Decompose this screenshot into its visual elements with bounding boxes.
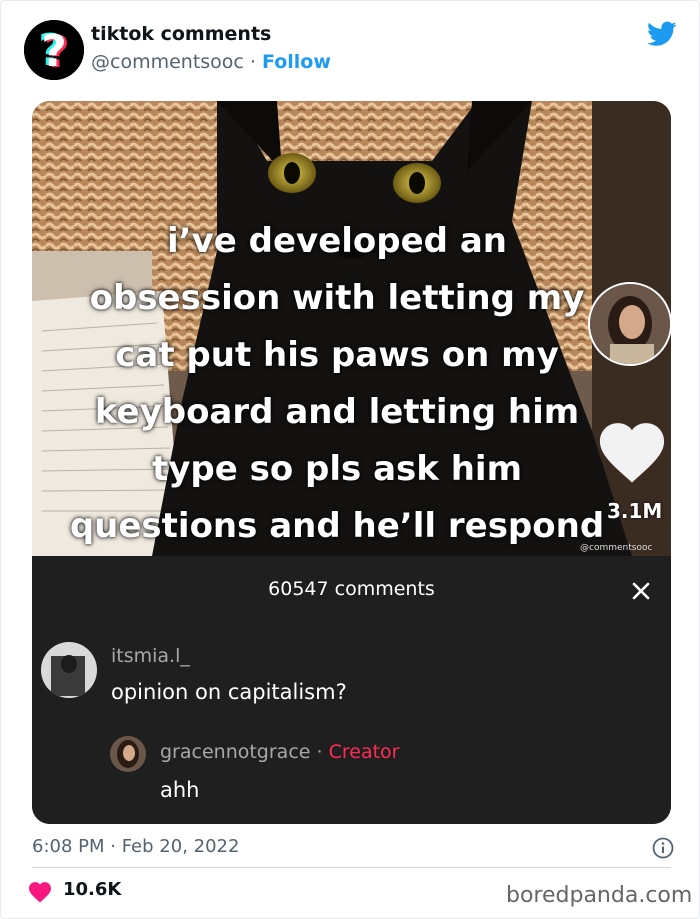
comments-count: 60547 comments <box>268 578 435 600</box>
source-watermark: boredpanda.com <box>506 883 693 908</box>
reply-separator: · <box>310 741 329 763</box>
follow-button[interactable]: Follow <box>262 51 331 73</box>
watermark: @commentsooc <box>580 543 653 553</box>
divider <box>32 867 671 868</box>
reply-text: ahh <box>160 778 200 802</box>
comments-panel: 60547 comments itsmia.l_ opinion on capi… <box>32 556 671 824</box>
creator-portrait <box>590 284 670 364</box>
user-handle[interactable]: @commentsooc <box>91 51 244 73</box>
tweet-card: ? ? ? tiktok comments @commentsooc · Fol… <box>0 0 700 919</box>
svg-text:?: ? <box>41 26 67 77</box>
reply-avatar[interactable] <box>110 736 146 772</box>
cat-photo: i’ve developed an obsession with letting… <box>32 101 671 556</box>
info-icon[interactable] <box>652 837 674 859</box>
profile-avatar[interactable]: ? ? ? <box>24 20 84 80</box>
caption-line: keyboard and letting him <box>94 392 580 432</box>
reply-user[interactable]: gracennotgrace <box>160 741 310 763</box>
heart-icon[interactable] <box>28 881 52 903</box>
tweet-timestamp[interactable]: 6:08 PM · Feb 20, 2022 <box>32 836 239 857</box>
caption-line: i’ve developed an <box>167 221 507 261</box>
caption-line: cat put his paws on my <box>115 335 559 375</box>
close-icon[interactable] <box>629 579 653 603</box>
caption-line: type so pls ask him <box>151 449 523 489</box>
like-count[interactable]: 10.6K <box>63 879 121 900</box>
handle-separator: · <box>243 51 262 73</box>
video-like-count: 3.1M <box>607 499 663 523</box>
commenter-name[interactable]: itsmia.l_ <box>111 645 190 667</box>
display-name[interactable]: tiktok comments <box>91 23 271 45</box>
video-caption: i’ve developed an obsession with letting… <box>32 213 642 555</box>
commenter-portrait <box>41 642 97 698</box>
creator-badge: Creator <box>328 741 400 763</box>
comment-text: opinion on capitalism? <box>111 680 347 704</box>
caption-line: obsession with letting my <box>89 278 585 318</box>
commenter-avatar[interactable] <box>41 642 97 698</box>
reply-header-row: gracennotgrace · Creator <box>160 741 399 763</box>
reply-portrait <box>110 736 146 772</box>
caption-line: questions and he’ll respond <box>69 506 605 546</box>
heart-icon[interactable] <box>597 421 667 483</box>
handle-row: @commentsooc · Follow <box>91 51 331 73</box>
tweet-media[interactable]: i’ve developed an obsession with letting… <box>32 101 671 824</box>
question-mark-logo-icon: ? ? ? <box>24 20 84 80</box>
twitter-bird-icon[interactable] <box>647 21 677 47</box>
creator-avatar[interactable] <box>588 282 671 366</box>
